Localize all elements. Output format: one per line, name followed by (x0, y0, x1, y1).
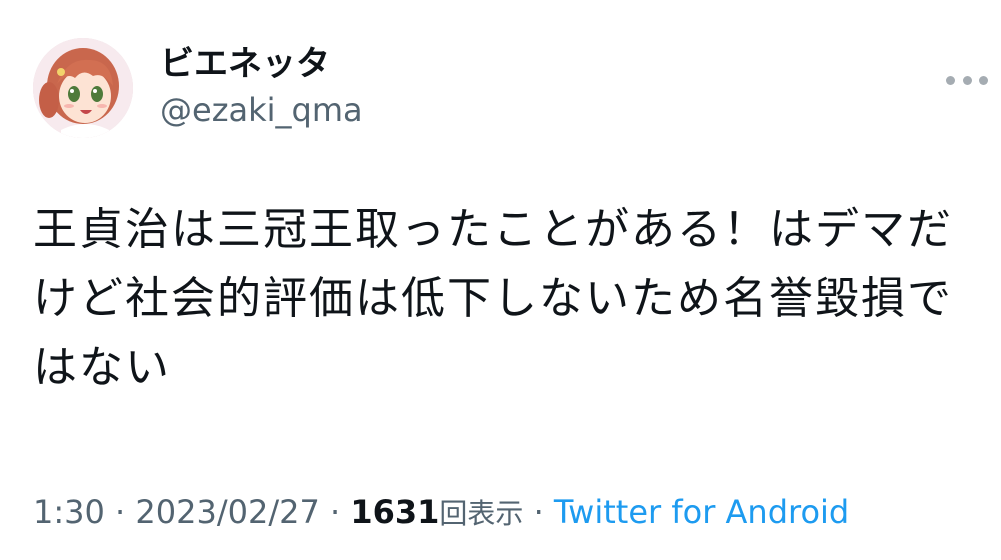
tweet-date[interactable]: 2023/02/27 (135, 493, 319, 531)
dot (946, 75, 955, 85)
user-handle[interactable]: @ezaki_qma (160, 90, 363, 130)
avatar[interactable] (33, 38, 133, 138)
tweet-meta: 1:30 · 2023/02/27 · 1631回表示 · Twitter fo… (33, 490, 849, 536)
more-options-icon[interactable] (946, 70, 988, 90)
separator: · (104, 493, 136, 531)
views-label: 回表示 (439, 497, 524, 530)
dot (962, 75, 972, 85)
separator: · (523, 493, 554, 531)
dot (979, 75, 988, 85)
views-count[interactable]: 1631 (350, 493, 439, 531)
display-name[interactable]: ビエネッタ (160, 42, 330, 86)
tweet-time[interactable]: 1:30 (33, 493, 105, 531)
avatar-image (33, 38, 133, 138)
tweet-source-link[interactable]: Twitter for Android (554, 493, 849, 531)
separator: · (319, 493, 351, 531)
tweet-text: 王貞治は三冠王取ったことがある！はデマだけど社会的評価は低下しないため名誉毀損で… (33, 204, 953, 393)
